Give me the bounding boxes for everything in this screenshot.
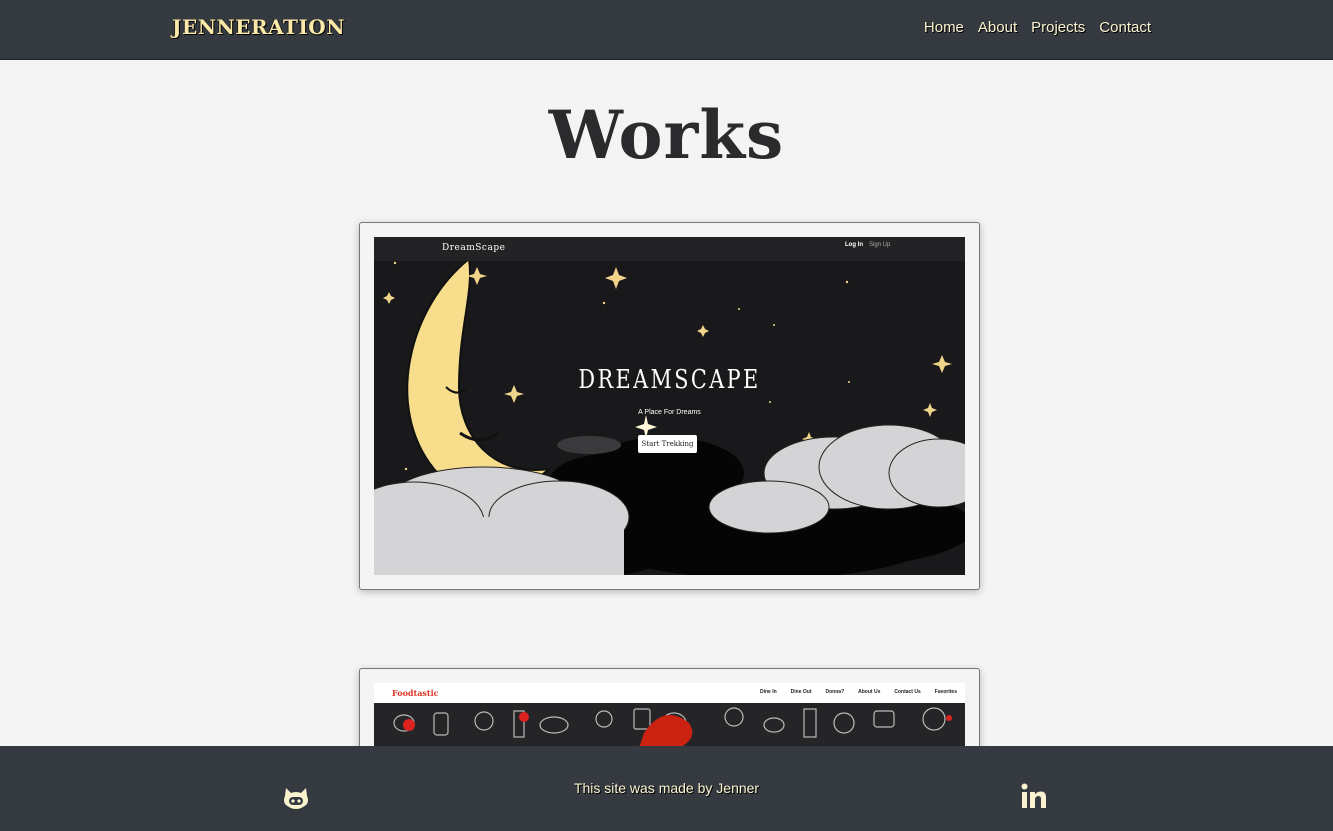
foodtastic-menu-item: Donna? (825, 689, 845, 695)
linkedin-icon[interactable] (1020, 782, 1048, 815)
navbar: JENNERATION Home About Projects Contact (0, 0, 1333, 60)
foodtastic-menu-item: Dine In (760, 689, 777, 695)
dreamscape-start-button: Start Trekking (638, 435, 697, 453)
dreamscape-nav: DreamScape Log In Sign Up (374, 237, 965, 261)
foodtastic-menu-item: About Us (858, 689, 881, 695)
dreamscape-illustration (374, 237, 965, 575)
dreamscape-login: Log In (845, 242, 863, 248)
project-card-dreamscape[interactable]: DreamScape Log In Sign Up DREAMSCAPE A P… (359, 222, 980, 590)
foodtastic-menu-item: Contact Us (894, 689, 921, 695)
dreamscape-signup: Sign Up (869, 242, 891, 248)
nav-link-home[interactable]: Home (924, 19, 964, 36)
footer: This site was made by Jenner (0, 746, 1333, 831)
nav-link-about[interactable]: About (978, 19, 1017, 36)
project-screenshot-dreamscape[interactable]: DreamScape Log In Sign Up DREAMSCAPE A P… (374, 237, 965, 575)
foodtastic-logo: Foodtastic (392, 688, 439, 698)
dreamscape-tagline: A Place For Dreams (638, 409, 701, 416)
nav-links: Home About Projects Contact (924, 19, 1151, 36)
dreamscape-logo: DreamScape (442, 243, 506, 253)
nav-link-projects[interactable]: Projects (1031, 19, 1085, 36)
foodtastic-menu: Dine In Dine Out Donna? About Us Contact… (760, 689, 957, 695)
page-title: Works (548, 96, 785, 174)
footer-credit: This site was made by Jenner (573, 780, 760, 796)
foodtastic-nav: Foodtastic Dine In Dine Out Donna? About… (374, 683, 965, 703)
dreamscape-title: DREAMSCAPE (578, 365, 761, 395)
foodtastic-menu-item: Favorites (934, 689, 957, 695)
brand-logo[interactable]: JENNERATION (172, 15, 345, 39)
foodtastic-menu-item: Dine Out (790, 689, 812, 695)
nav-link-contact[interactable]: Contact (1099, 19, 1151, 36)
